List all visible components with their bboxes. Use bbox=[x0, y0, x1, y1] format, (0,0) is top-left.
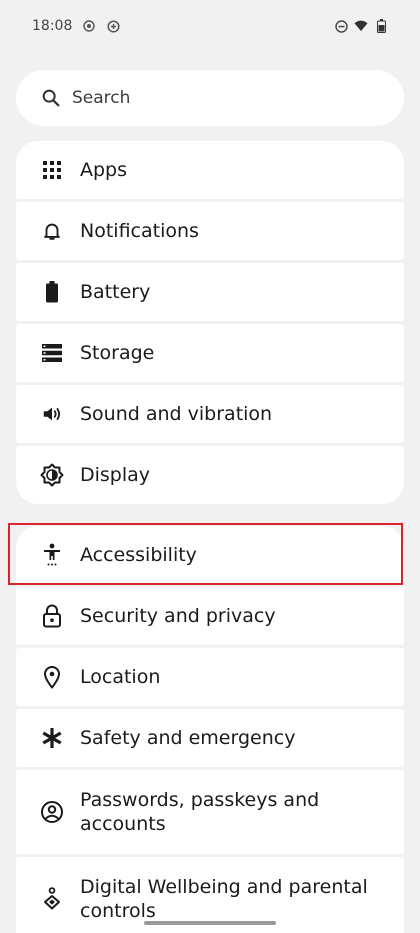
settings-item-label: Apps bbox=[80, 159, 128, 181]
settings-item-label: Storage bbox=[80, 342, 155, 364]
status-bar: 18:08 bbox=[0, 0, 420, 52]
accessibility-icon bbox=[40, 543, 64, 567]
status-time: 18:08 bbox=[32, 18, 73, 34]
settings-screen: 18:08 Search Apps Notifications Battery … bbox=[0, 0, 420, 933]
settings-item-storage[interactable]: Storage bbox=[16, 324, 404, 382]
settings-group-personal: Accessibility Security and privacy Locat… bbox=[16, 526, 404, 933]
gesture-nav-handle[interactable] bbox=[144, 921, 276, 925]
settings-item-label: Digital Wellbeing and parental controls bbox=[80, 876, 368, 922]
settings-item-label: Security and privacy bbox=[80, 605, 276, 627]
settings-item-display[interactable]: Display bbox=[16, 446, 404, 504]
asterisk-icon bbox=[40, 726, 64, 750]
search-placeholder: Search bbox=[72, 88, 131, 108]
settings-item-security[interactable]: Security and privacy bbox=[16, 587, 404, 645]
bell-icon bbox=[40, 219, 64, 243]
battery-status-icon bbox=[374, 19, 388, 33]
settings-item-sound[interactable]: Sound and vibration bbox=[16, 385, 404, 443]
brightness-icon bbox=[40, 463, 64, 487]
battery-icon bbox=[40, 280, 64, 304]
data-saver-icon bbox=[106, 19, 120, 33]
settings-item-label: Passwords, passkeys and accounts bbox=[80, 789, 320, 835]
settings-item-label: Safety and emergency bbox=[80, 727, 296, 749]
record-icon bbox=[82, 19, 96, 33]
wellbeing-icon bbox=[40, 887, 64, 911]
settings-group-device: Apps Notifications Battery Storage Sound… bbox=[16, 141, 404, 504]
location-pin-icon bbox=[40, 665, 64, 689]
settings-item-label: Sound and vibration bbox=[80, 403, 273, 425]
settings-item-passwords-accounts[interactable]: Passwords, passkeys and accounts bbox=[16, 770, 404, 854]
settings-item-notifications[interactable]: Notifications bbox=[16, 202, 404, 260]
storage-icon bbox=[40, 341, 64, 365]
search-bar[interactable]: Search bbox=[16, 70, 404, 126]
do-not-disturb-icon bbox=[334, 19, 348, 33]
wifi-icon bbox=[354, 19, 368, 33]
search-icon bbox=[40, 87, 62, 109]
account-circle-icon bbox=[40, 800, 64, 824]
settings-item-label: Accessibility bbox=[80, 544, 197, 566]
apps-grid-icon bbox=[40, 158, 64, 182]
settings-item-location[interactable]: Location bbox=[16, 648, 404, 706]
settings-item-safety[interactable]: Safety and emergency bbox=[16, 709, 404, 767]
settings-item-apps[interactable]: Apps bbox=[16, 141, 404, 199]
settings-item-label: Battery bbox=[80, 281, 151, 303]
settings-item-accessibility[interactable]: Accessibility bbox=[16, 526, 404, 584]
volume-icon bbox=[40, 402, 64, 426]
settings-item-battery[interactable]: Battery bbox=[16, 263, 404, 321]
settings-item-label: Location bbox=[80, 666, 161, 688]
settings-item-label: Display bbox=[80, 464, 151, 486]
settings-item-label: Notifications bbox=[80, 220, 199, 242]
lock-icon bbox=[40, 604, 64, 628]
